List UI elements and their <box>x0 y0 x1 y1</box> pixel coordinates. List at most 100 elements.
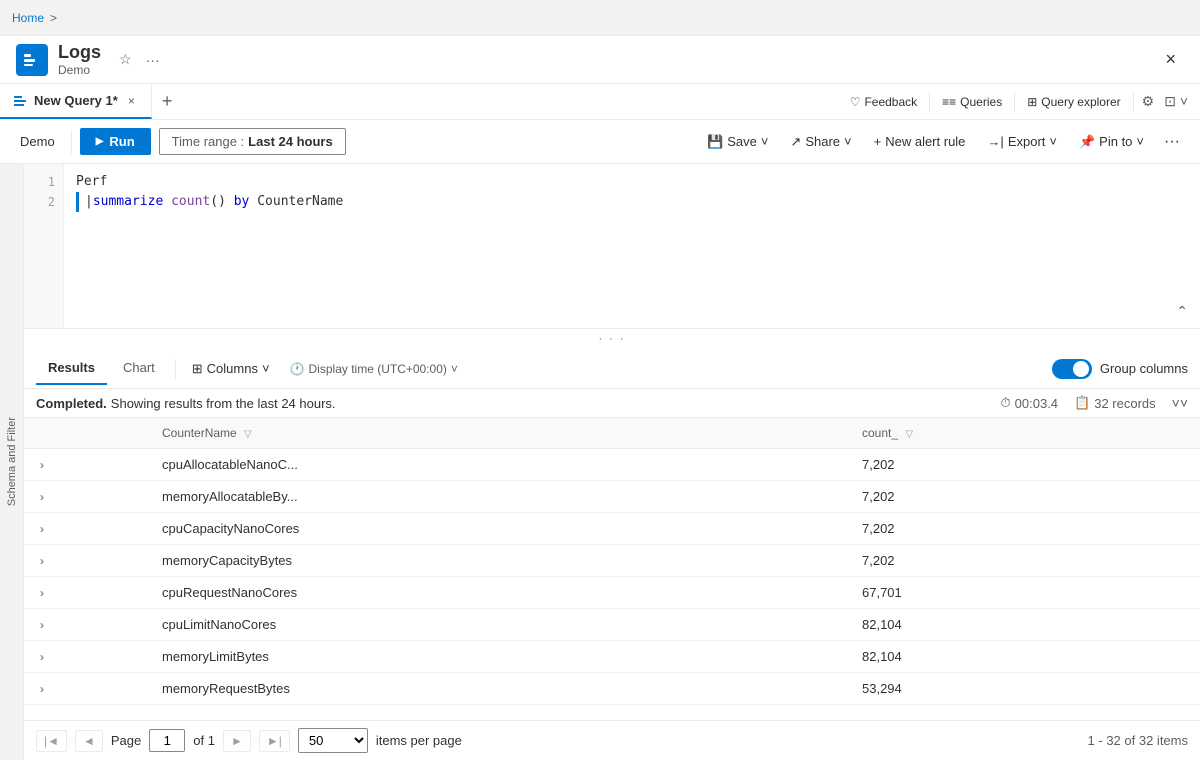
save-button[interactable]: 💾 Save ˅ <box>697 129 778 155</box>
breadcrumb-home[interactable]: Home <box>12 11 44 25</box>
pipe-char: | <box>85 192 93 212</box>
line-numbers: 1 2 <box>24 164 64 328</box>
more-options-button[interactable]: ··· <box>142 47 164 72</box>
expand-row-button[interactable]: › <box>36 522 48 536</box>
queries-button[interactable]: ≡≡ Queries <box>934 91 1010 113</box>
counter-name-cell: memoryAllocatableBy... <box>150 481 850 513</box>
settings-button[interactable]: ⚙ <box>1138 89 1159 114</box>
favorite-button[interactable]: ☆ <box>115 47 136 72</box>
tab-new-query[interactable]: New Query 1* × <box>0 84 152 119</box>
run-label: Run <box>109 134 134 149</box>
status-completed: Completed. <box>36 396 107 411</box>
page-input[interactable] <box>149 729 185 752</box>
feedback-icon: ♡ <box>850 95 861 109</box>
close-button[interactable]: × <box>1157 45 1184 74</box>
share-button[interactable]: ↗ Share ˅ <box>780 129 861 155</box>
count-cell: 7,202 <box>850 545 1200 577</box>
tab-close-button[interactable]: × <box>124 92 139 110</box>
first-page-button[interactable]: |◄ <box>36 730 67 752</box>
columns-icon: ⊞ <box>192 361 203 377</box>
tab-bar: New Query 1* × + ♡ Feedback ≡≡ Queries ⊞… <box>0 84 1200 120</box>
time-range-prefix: Time range : <box>172 134 245 149</box>
display-time-chevron: ˅ <box>451 362 458 376</box>
time-range-button[interactable]: Time range : Last 24 hours <box>159 128 346 155</box>
row-expand-cell: › <box>24 673 150 705</box>
view-toggle-button[interactable]: ⊡ ˅ <box>1160 89 1192 114</box>
export-chevron: ˅ <box>1049 134 1057 149</box>
expand-row-button[interactable]: › <box>36 650 48 664</box>
export-button[interactable]: →| Export ˅ <box>977 129 1067 154</box>
share-chevron: ˅ <box>844 134 852 149</box>
tab-bar-actions: ♡ Feedback ≡≡ Queries ⊞ Query explorer ⚙… <box>834 84 1200 119</box>
space1 <box>163 192 171 212</box>
action-separator <box>929 92 930 112</box>
last-page-button[interactable]: ►| <box>259 730 290 752</box>
pin-icon: 📌 <box>1079 134 1095 150</box>
row-expand-cell: › <box>24 449 150 481</box>
add-tab-button[interactable]: + <box>152 84 183 119</box>
expand-row-button[interactable]: › <box>36 554 48 568</box>
columns-chevron: ˅ <box>262 361 270 376</box>
status-bar: Completed. Showing results from the last… <box>24 389 1200 418</box>
feedback-button[interactable]: ♡ Feedback <box>842 91 925 113</box>
counter-name-cell: cpuCapacityNanoCores <box>150 513 850 545</box>
editor-content[interactable]: Perf | summarize count () by CounterName <box>64 164 1200 328</box>
run-button[interactable]: ▶ Run <box>80 128 151 155</box>
alert-label: New alert rule <box>885 134 965 149</box>
alert-icon: + <box>874 134 882 149</box>
th-expand <box>24 418 150 449</box>
count-cell: 82,104 <box>850 641 1200 673</box>
expand-row-button[interactable]: › <box>36 586 48 600</box>
query-explorer-icon: ⊞ <box>1027 95 1037 109</box>
tab-results[interactable]: Results <box>36 352 107 385</box>
next-page-button[interactable]: ► <box>223 730 251 752</box>
resize-handle[interactable]: · · · <box>24 329 1200 349</box>
records-value: 32 records <box>1094 396 1155 411</box>
save-icon: 💾 <box>707 134 723 150</box>
expand-row-button[interactable]: › <box>36 490 48 504</box>
queries-label: Queries <box>960 95 1002 109</box>
row-expand-cell: › <box>24 513 150 545</box>
expand-row-button[interactable]: › <box>36 618 48 632</box>
counter-name-cell: cpuLimitNanoCores <box>150 609 850 641</box>
prev-page-button[interactable]: ◄ <box>75 730 103 752</box>
display-time-button[interactable]: 🕐 Display time (UTC+00:00) ˅ <box>282 358 466 380</box>
tab-chart[interactable]: Chart <box>111 352 167 385</box>
results-table-container: CounterName ▽ count_ ▽ › cpuAlloc <box>24 418 1200 720</box>
expand-results-button[interactable]: ˅˅ <box>1172 395 1188 411</box>
clock-icon-2: ⏱ <box>1001 395 1011 411</box>
query-explorer-button[interactable]: ⊞ Query explorer <box>1019 91 1128 113</box>
group-columns-toggle[interactable] <box>1052 359 1092 379</box>
clock-icon: 🕐 <box>290 362 305 376</box>
kw-by: by <box>234 192 250 212</box>
th-counter-name: CounterName ▽ <box>150 418 850 449</box>
items-per-page-select[interactable]: 10 25 50 100 <box>298 728 368 753</box>
schema-filter-toggle[interactable]: Schema and Filter <box>0 164 24 760</box>
main-content: Schema and Filter 1 2 Perf | summarize c… <box>0 164 1200 760</box>
expand-row-button[interactable]: › <box>36 682 48 696</box>
export-label: Export <box>1008 134 1046 149</box>
kw-count: count <box>171 192 210 212</box>
table-row: › memoryCapacityBytes 7,202 <box>24 545 1200 577</box>
tab-label: New Query 1* <box>34 93 118 108</box>
new-alert-button[interactable]: + New alert rule <box>864 129 976 154</box>
results-tab-sep <box>175 359 176 379</box>
collapse-editor-button[interactable]: ⌃ <box>1176 303 1188 320</box>
count-cell: 67,701 <box>850 577 1200 609</box>
title-bar: Logs Demo ☆ ··· × <box>0 36 1200 84</box>
filter-count-icon[interactable]: ▽ <box>905 429 913 440</box>
toolbar-more-button[interactable]: ··· <box>1156 129 1188 155</box>
expand-row-button[interactable]: › <box>36 458 48 472</box>
filter-counter-icon[interactable]: ▽ <box>244 429 252 440</box>
counter-name: CounterName <box>257 192 343 212</box>
pin-to-button[interactable]: 📌 Pin to ˅ <box>1069 129 1154 155</box>
th-count: count_ ▽ <box>850 418 1200 449</box>
query-duration: ⏱ 00:03.4 <box>1001 395 1059 411</box>
code-line-2: | summarize count () by CounterName <box>76 192 1188 212</box>
status-message: Showing results from the last 24 hours. <box>111 396 336 411</box>
results-tabs: Results Chart ⊞ Columns ˅ 🕐 Display time… <box>24 349 1200 389</box>
share-icon: ↗ <box>790 134 801 150</box>
counter-name-cell: memoryRequestBytes <box>150 673 850 705</box>
columns-button[interactable]: ⊞ Columns ˅ <box>184 357 278 381</box>
title-actions: ☆ ··· <box>115 47 164 72</box>
